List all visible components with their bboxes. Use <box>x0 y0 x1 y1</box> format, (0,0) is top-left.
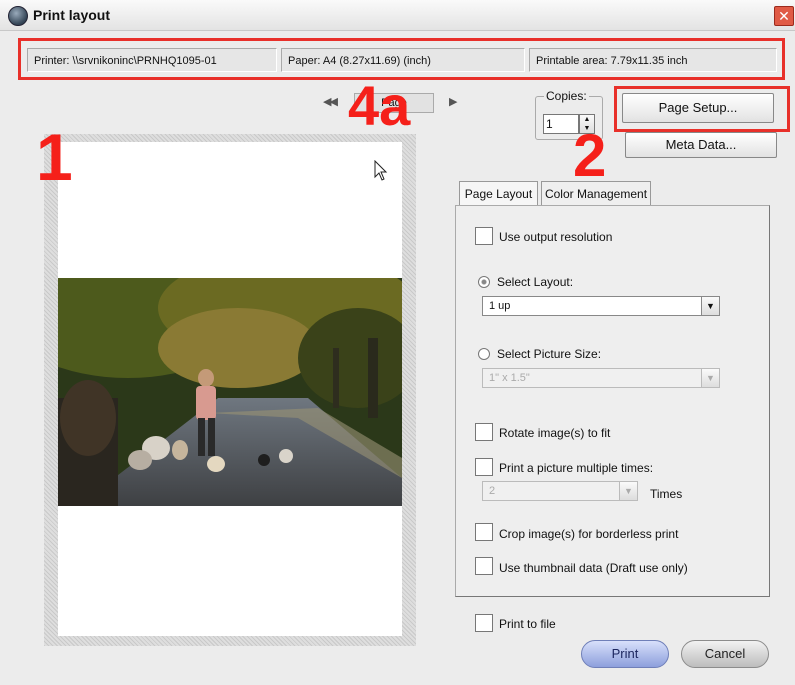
cancel-button[interactable]: Cancel <box>681 640 769 668</box>
select-layout-radio[interactable] <box>478 276 490 288</box>
prev-page-icon[interactable]: ◀◀ <box>323 95 338 108</box>
multiple-times-label: Print a picture multiple times: <box>499 461 654 475</box>
print-to-file-label: Print to file <box>499 617 556 631</box>
select-layout-label: Select Layout: <box>497 275 574 289</box>
next-page-icon[interactable]: ▶ <box>449 95 457 108</box>
layout-select[interactable]: 1 up <box>482 296 720 316</box>
thumbnail-label: Use thumbnail data (Draft use only) <box>499 561 688 575</box>
crop-checkbox[interactable] <box>475 523 493 541</box>
annotation-box-page-setup <box>614 86 790 132</box>
rotate-label: Rotate image(s) to fit <box>499 426 611 440</box>
dropdown-arrow-icon[interactable]: ▼ <box>701 297 719 315</box>
times-select-value: 2 <box>489 485 496 497</box>
photo-thumbnail[interactable] <box>58 278 402 506</box>
annotation-1: 1 <box>36 120 73 194</box>
tab-color-management[interactable]: Color Management <box>541 181 651 206</box>
select-picture-size-radio[interactable] <box>478 348 490 360</box>
meta-data-button[interactable]: Meta Data... <box>625 132 777 158</box>
layout-select-value: 1 up <box>489 300 511 312</box>
close-icon[interactable]: ✕ <box>774 6 794 26</box>
print-to-file-checkbox[interactable] <box>475 614 493 632</box>
window-title: Print layout <box>33 7 111 23</box>
dropdown-arrow-icon[interactable]: ▼ <box>619 482 637 500</box>
app-icon <box>8 6 28 26</box>
copies-label: Copies: <box>544 89 589 103</box>
title-bar <box>0 0 795 31</box>
mouse-cursor-icon <box>374 159 390 182</box>
rotate-checkbox[interactable] <box>475 423 493 441</box>
use-output-resolution-label: Use output resolution <box>499 230 613 244</box>
annotation-4a: 4a <box>348 74 411 137</box>
tab-page-layout[interactable]: Page Layout <box>459 181 538 206</box>
select-picture-size-label: Select Picture Size: <box>497 347 602 361</box>
use-output-resolution-checkbox[interactable] <box>475 227 493 245</box>
multiple-times-checkbox[interactable] <box>475 458 493 476</box>
picture-size-select-value: 1" x 1.5" <box>489 372 530 384</box>
times-select[interactable]: 2 <box>482 481 638 501</box>
photo-image <box>58 278 402 506</box>
annotation-2: 2 <box>573 122 607 189</box>
times-label: Times <box>650 487 683 501</box>
thumbnail-checkbox[interactable] <box>475 557 493 575</box>
picture-size-select[interactable]: 1" x 1.5" <box>482 368 720 388</box>
dropdown-arrow-icon[interactable]: ▼ <box>701 369 719 387</box>
print-button[interactable]: Print <box>581 640 669 668</box>
crop-label: Crop image(s) for borderless print <box>499 527 679 541</box>
